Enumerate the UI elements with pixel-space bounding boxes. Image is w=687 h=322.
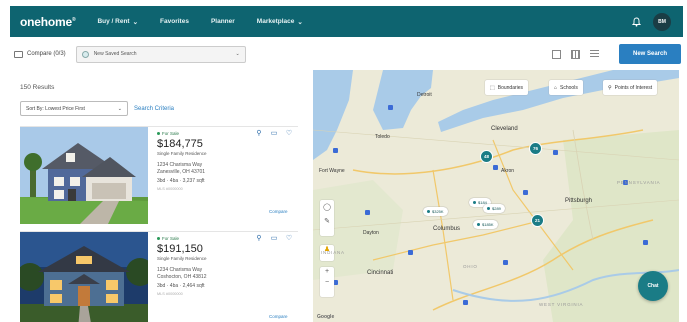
state-label: OHIO: [463, 264, 478, 269]
listing-mls: MLS #0000000: [157, 292, 183, 296]
chat-icon[interactable]: ▭: [270, 130, 278, 138]
listing-address-line2: Coshocton, OH 43812: [157, 274, 207, 280]
city-label: Toledo: [375, 134, 390, 140]
listing-specs: 3bd · 4ba · 3,237 sqft: [157, 178, 205, 184]
listing-specs: 3bd · 4ba · 2,464 sqft: [157, 283, 205, 289]
state-label: INDIANA: [321, 250, 345, 255]
price-marker-label: $325K: [432, 209, 444, 214]
schools-button[interactable]: ⌂ Schools: [549, 80, 583, 95]
draw-controls: ◯ ✎: [320, 200, 334, 236]
sort-select[interactable]: Sort By: Lowest Price First ⌄: [20, 101, 128, 116]
listing-cluster-marker[interactable]: 76: [529, 142, 542, 155]
price-marker[interactable]: $325K: [423, 207, 448, 216]
heart-icon[interactable]: ♡: [285, 235, 293, 243]
listing-price: $191,150: [157, 243, 203, 255]
saved-search-icon: [81, 50, 89, 58]
sort-value: Sort By: Lowest Price First: [26, 105, 85, 112]
poi-label: Points of Interest: [614, 84, 653, 91]
map-pin-icon[interactable]: ⚲: [255, 235, 263, 243]
compare-link[interactable]: Compare: [269, 314, 288, 319]
listing-mls: MLS #0000000: [157, 187, 183, 191]
zoom-out-button[interactable]: −: [325, 279, 329, 286]
grid-view-icon[interactable]: [571, 49, 580, 59]
listing-card[interactable]: For Sale $184,775 Single Family Residenc…: [20, 126, 298, 224]
heart-icon[interactable]: ♡: [285, 130, 293, 138]
onehome-logo[interactable]: onehome®: [20, 15, 76, 29]
price-marker[interactable]: $289: [483, 204, 505, 213]
price-marker-label: $289: [492, 206, 501, 211]
search-toolbar: Compare (0/3) New Saved Search ⌄ New Sea…: [10, 40, 683, 68]
chevron-down-icon: ⌄: [132, 18, 139, 26]
new-search-button[interactable]: New Search: [619, 44, 681, 64]
listing-price: $184,775: [157, 138, 203, 150]
nav-planner[interactable]: Planner: [211, 18, 235, 25]
map-view-icon[interactable]: [552, 49, 561, 59]
pencil-icon[interactable]: ✎: [324, 217, 330, 225]
listing-type: Single Family Residence: [157, 256, 207, 261]
state-label: PENNSYLVANIA: [617, 180, 661, 185]
compare-link[interactable]: Compare: [269, 209, 288, 214]
boundaries-icon: ⬚: [490, 84, 495, 91]
chat-button[interactable]: Chat: [638, 271, 668, 301]
city-label: Cincinnati: [367, 270, 394, 276]
saved-search-select[interactable]: New Saved Search ⌄: [75, 45, 246, 63]
boundaries-button[interactable]: ⬚ Boundaries: [485, 80, 529, 95]
listing-card[interactable]: For Sale $191,150 Single Family Residenc…: [20, 231, 298, 322]
price-marker-label: $185K: [482, 222, 494, 227]
chevron-down-icon: ⌄: [297, 18, 303, 26]
city-label: Fort Wayne: [319, 168, 345, 174]
map-pin-icon[interactable]: ⚲: [255, 130, 263, 138]
city-label: Cleveland: [491, 126, 518, 132]
listing-address-line2: Zanesville, OH 43701: [157, 169, 206, 175]
price-marker[interactable]: $185K: [473, 220, 498, 229]
search-criteria-link[interactable]: Search Criteria: [134, 106, 174, 112]
list-view-icon[interactable]: [590, 49, 599, 59]
top-navigation-bar: onehome® Buy / Rent ⌄ Favorites Planner M…: [10, 6, 683, 37]
city-label: Akron: [501, 168, 515, 174]
listing-photo[interactable]: [20, 232, 148, 322]
chevron-down-icon: ⌄: [235, 51, 240, 57]
listing-address-line1: 1234 Charisma Way: [157, 267, 203, 273]
listing-cluster-marker[interactable]: 48: [480, 150, 493, 163]
google-attribution: Google: [317, 314, 335, 320]
listing-cluster-marker[interactable]: 21: [531, 214, 544, 227]
saved-search-value: New Saved Search: [93, 51, 137, 57]
draw-shape-icon[interactable]: ◯: [323, 203, 331, 211]
map-panel[interactable]: ⬚ Boundaries ⌂ Schools ⚲ Points of Interest…: [313, 70, 679, 322]
graduation-cap-icon: ⌂: [554, 84, 558, 91]
chevron-down-icon: ⌄: [117, 105, 122, 112]
listing-type: Single Family Residence: [157, 151, 207, 156]
boundaries-label: Boundaries: [497, 84, 524, 91]
listing-photo[interactable]: [20, 127, 148, 224]
compare-button[interactable]: Compare (0/3): [14, 50, 66, 58]
city-label: Columbus: [433, 226, 461, 232]
schools-label: Schools: [560, 84, 578, 91]
nav-buy-rent[interactable]: Buy / Rent ⌄: [97, 18, 138, 26]
user-avatar[interactable]: BM: [653, 12, 671, 31]
state-label: WEST VIRGINIA: [539, 302, 584, 307]
bell-icon[interactable]: [631, 17, 641, 27]
city-label: Dayton: [363, 230, 379, 236]
zoom-controls: + −: [320, 267, 334, 297]
listing-address-line1: 1234 Charisma Way: [157, 162, 203, 168]
city-label: Pittsburgh: [565, 198, 593, 204]
map-canvas[interactable]: [313, 70, 679, 322]
points-of-interest-button[interactable]: ⚲ Points of Interest: [603, 80, 658, 95]
nav-favorites[interactable]: Favorites: [160, 18, 189, 25]
results-count: 150 Results: [20, 84, 55, 91]
compare-label: Compare (0/3): [27, 51, 66, 57]
map-pin-icon: ⚲: [608, 84, 612, 91]
city-label: Detroit: [417, 92, 432, 98]
chat-icon[interactable]: ▭: [270, 235, 278, 243]
compare-icon: [14, 50, 23, 58]
zoom-in-button[interactable]: +: [325, 268, 329, 275]
nav-marketplace[interactable]: Marketplace ⌄: [257, 18, 303, 26]
